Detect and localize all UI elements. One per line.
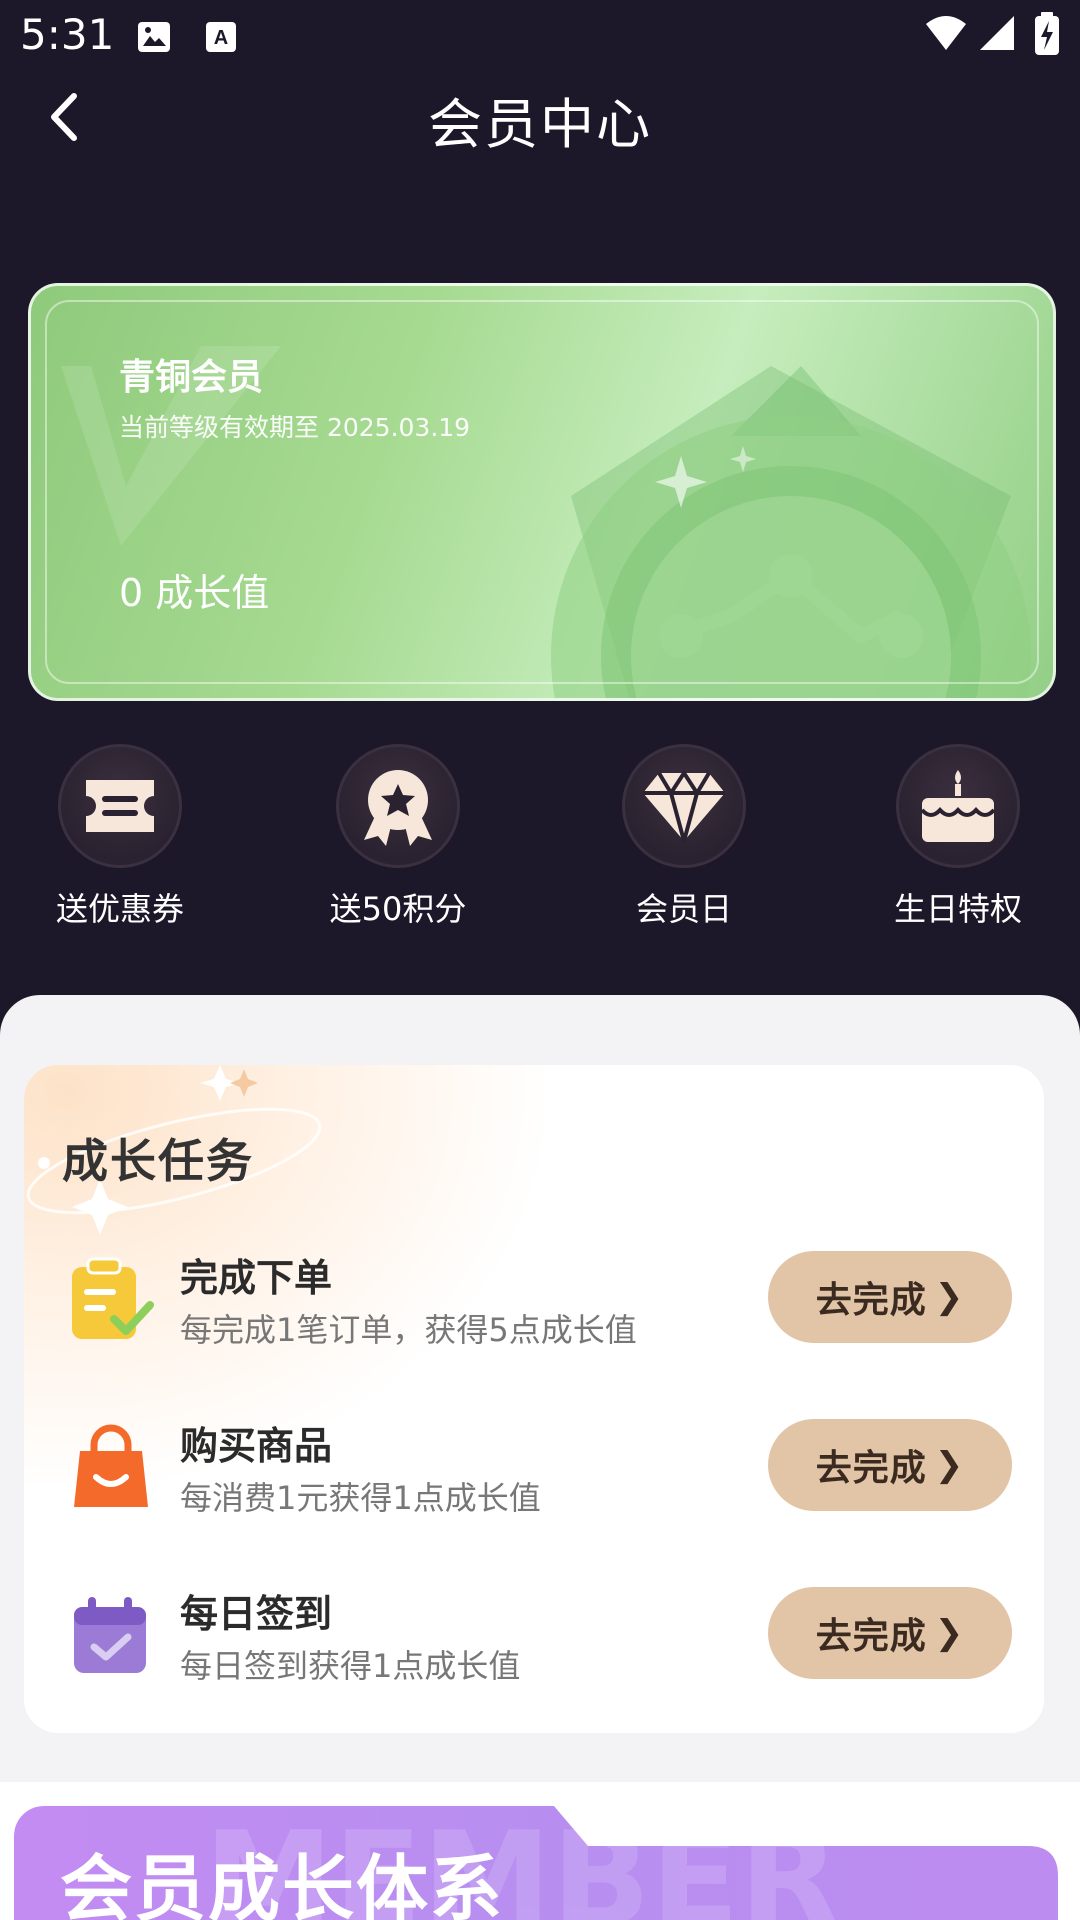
complete-order-button[interactable]: 去完成 ❯ (768, 1251, 1012, 1343)
benefit-label: 会员日 (635, 890, 732, 928)
status-bar: 5:31 A (0, 0, 1080, 70)
calendar-check-icon (74, 1597, 146, 1673)
growth-value-row: 0 成长值 (119, 562, 269, 617)
benefit-label: 送优惠券 (55, 890, 184, 928)
benefit-points[interactable]: 送50积分 (308, 744, 488, 930)
font-icon: A (206, 22, 236, 52)
chevron-right-icon: ❯ (934, 1445, 965, 1485)
button-label: 去完成 (815, 1616, 927, 1657)
benefit-member-day[interactable]: 会员日 (594, 744, 774, 930)
diamond-icon (622, 744, 746, 868)
task-name: 每日签到 (180, 1592, 333, 1636)
complete-checkin-button[interactable]: 去完成 ❯ (768, 1587, 1012, 1679)
growth-tasks-card: 成长任务 完成下单 每完成1笔订单，获得5点成长值 去完成 ❯ 购买商品 每消费… (24, 1065, 1044, 1733)
svg-text:A: A (214, 27, 228, 49)
benefit-label: 送50积分 (329, 890, 467, 928)
benefit-coupon[interactable]: 送优惠券 (30, 744, 210, 930)
member-level-name: 青铜会员 (119, 357, 264, 398)
benefit-birthday[interactable]: 生日特权 (868, 744, 1048, 930)
signal-icon (980, 16, 1014, 50)
benefit-label: 生日特权 (893, 890, 1022, 928)
battery-icon (1035, 12, 1059, 55)
growth-value: 0 (119, 571, 144, 615)
growth-label: 成长值 (155, 571, 270, 615)
chevron-right-icon: ❯ (934, 1613, 965, 1653)
star-medal-icon (336, 744, 460, 868)
task-name: 完成下单 (180, 1256, 333, 1300)
wifi-icon (926, 16, 966, 50)
member-center-page: 5:31 A 会员中心 青铜会员 当前等级有效期至 2025.03.19 0 成… (0, 0, 1080, 1920)
status-time: 5:31 (20, 10, 115, 59)
task-description: 每完成1笔订单，获得5点成长值 (180, 1311, 637, 1349)
page-title: 会员中心 (428, 93, 652, 156)
task-row-purchase: 购买商品 每消费1元获得1点成长值 去完成 ❯ (24, 1411, 1044, 1531)
task-name: 购买商品 (180, 1424, 333, 1468)
cake-icon (896, 744, 1020, 868)
ticket-icon (58, 744, 182, 868)
task-row-order: 完成下单 每完成1笔订单，获得5点成长值 去完成 ❯ (24, 1243, 1044, 1363)
tasks-title: 成长任务 (62, 1134, 254, 1188)
level-validity: 当前等级有效期至 2025.03.19 (119, 413, 471, 442)
complete-purchase-button[interactable]: 去完成 ❯ (768, 1419, 1012, 1511)
task-row-checkin: 每日签到 每日签到获得1点成长值 去完成 ❯ (24, 1579, 1044, 1699)
image-icon (138, 22, 170, 52)
order-check-icon (72, 1257, 154, 1339)
growth-system-banner[interactable]: MEMBER 会员成长体系 (14, 1806, 1058, 1920)
member-level-card[interactable]: 青铜会员 当前等级有效期至 2025.03.19 0 成长值 (28, 283, 1056, 701)
chevron-right-icon: ❯ (934, 1277, 965, 1317)
task-description: 每消费1元获得1点成长值 (180, 1479, 541, 1517)
shopping-bag-icon (74, 1424, 148, 1507)
growth-system-title: 会员成长体系 (60, 1847, 505, 1920)
button-label: 去完成 (815, 1280, 927, 1321)
task-description: 每日签到获得1点成长值 (180, 1647, 521, 1685)
button-label: 去完成 (815, 1448, 927, 1489)
